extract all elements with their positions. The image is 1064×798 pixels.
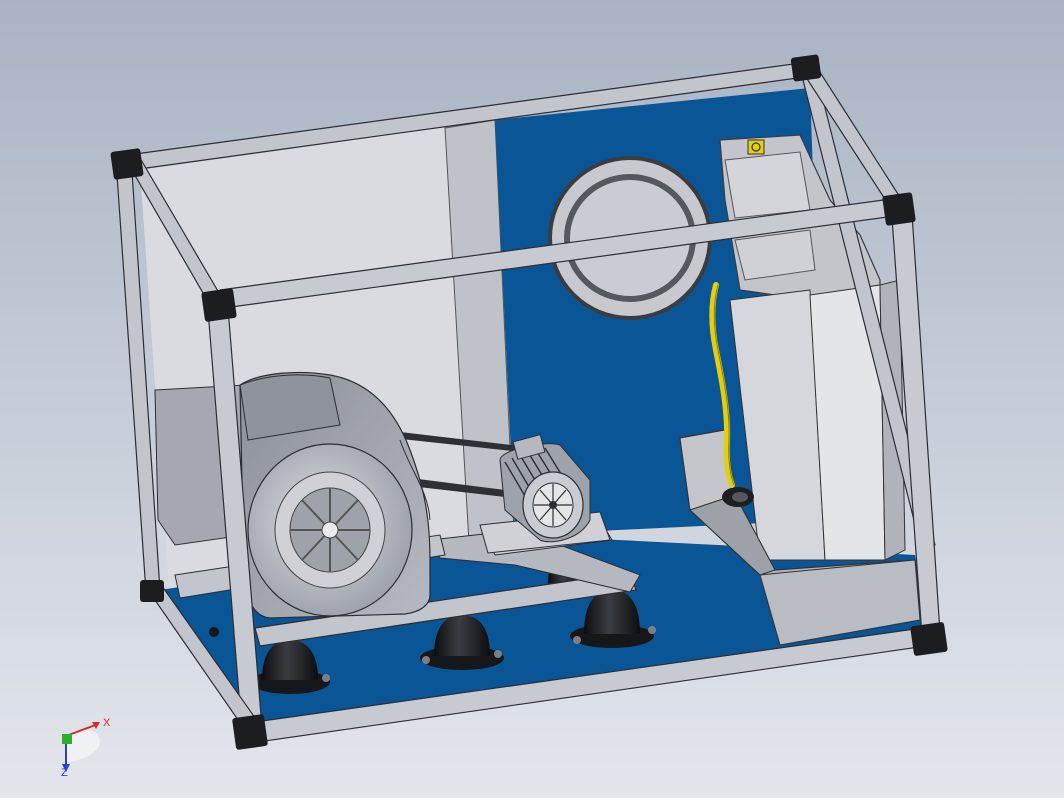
triad-x-label: X bbox=[103, 717, 111, 729]
triad-y-axis bbox=[62, 734, 72, 744]
triad-z-label: Z bbox=[61, 767, 68, 779]
cad-viewport[interactable]: X Z bbox=[0, 0, 1064, 798]
